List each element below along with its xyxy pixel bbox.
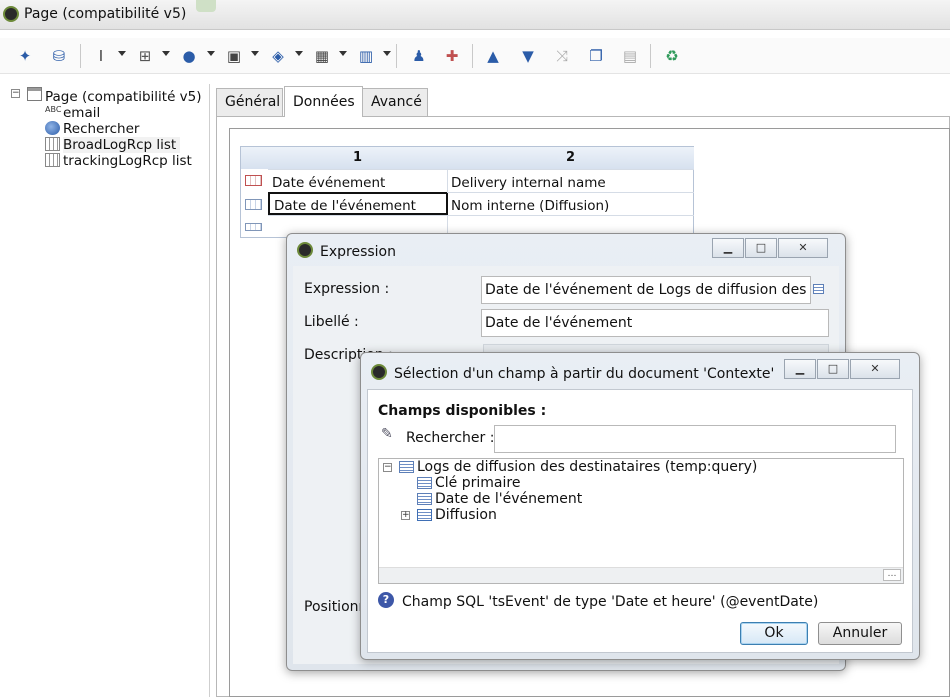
toolbar-separator [650, 44, 651, 68]
tree-item-diffusion[interactable]: Diffusion [435, 507, 497, 523]
cancel-button[interactable]: Annuler [818, 622, 902, 645]
more-options-icon[interactable]: … [883, 569, 901, 581]
toolbar: ✦ ⛁ I ⊞ ● ▣ ◈ ▦ ▥ ♟ ✚ ▲ ▼ ⤨ ❐ ▤ ♻ [0, 38, 950, 74]
expand-toggle-icon[interactable]: + [401, 511, 410, 520]
expression-dialog-title: Expression [320, 244, 396, 260]
field-selection-dialog: Sélection d'un champ à partir du documen… [360, 352, 920, 660]
row-icon [245, 223, 262, 231]
search-wand-icon: ✎ [381, 426, 393, 442]
tree-status-strip [379, 567, 903, 583]
user-icon[interactable]: ♟ [408, 46, 430, 66]
page-icon [27, 87, 42, 101]
formula-icon[interactable]: ⊞ [134, 46, 156, 66]
app-logo-icon [371, 364, 387, 380]
recycle-icon[interactable]: ♻ [661, 46, 683, 66]
grid-column-header[interactable]: 1 [268, 147, 448, 169]
tree-item-broadlogrcp[interactable]: BroadLogRcp list [63, 137, 181, 153]
label-field[interactable]: Date de l'événement [481, 309, 829, 337]
paste-icon[interactable]: ▤ [619, 46, 641, 66]
fields-tree: − Logs de diffusion des destinataires (t… [378, 458, 904, 584]
available-fields-title: Champs disponibles : [378, 403, 547, 419]
field-info-text: Champ SQL 'tsEvent' de type 'Date et heu… [402, 594, 819, 610]
minimize-button[interactable]: ▁ [784, 359, 816, 379]
toolbar-separator [80, 44, 81, 68]
list-icon [399, 461, 414, 473]
copy-icon[interactable]: ❐ [585, 46, 607, 66]
tree-item-email[interactable]: email [63, 105, 100, 121]
text-abc-icon: ABC [45, 105, 62, 114]
chevron-down-icon[interactable] [383, 51, 391, 56]
expression-label: Expression : [304, 281, 390, 297]
arrow-down-icon[interactable]: ▼ [517, 46, 539, 66]
tab-donnees[interactable]: Données [284, 86, 363, 117]
close-button[interactable]: ✕ [850, 359, 900, 379]
app-logo-icon [297, 242, 313, 258]
chevron-down-icon[interactable] [251, 51, 259, 56]
row-icon [245, 175, 262, 186]
selection-dialog-title: Sélection d'un champ à partir du documen… [394, 366, 775, 382]
help-icon: ? [378, 592, 394, 608]
globe-icon[interactable]: ● [178, 46, 200, 66]
table-icon[interactable]: ▦ [311, 46, 333, 66]
tree-item-trackinglogrcp[interactable]: trackingLogRcp list [63, 153, 192, 169]
tree-root-logs[interactable]: Logs de diffusion des destinataires (tem… [417, 459, 757, 475]
text-cursor-icon[interactable]: I [90, 46, 112, 66]
grid-cell[interactable]: Nom interne (Diffusion) [447, 192, 694, 215]
grid-corner [241, 147, 269, 169]
row-icon [245, 199, 262, 210]
maximize-button[interactable]: □ [745, 238, 777, 258]
search-label: Rechercher : [406, 430, 495, 446]
add-shape-icon[interactable]: ✚ [441, 46, 463, 66]
toolbar-separator [472, 44, 473, 68]
title-bar: Page (compatibilité v5) [0, 0, 950, 30]
link-list-icon [417, 509, 432, 521]
search-globe-icon [45, 121, 60, 135]
columns-icon[interactable]: ▥ [355, 46, 377, 66]
layers-icon[interactable]: ◈ [267, 46, 289, 66]
chevron-down-icon[interactable] [162, 51, 170, 56]
toolbar-separator [396, 44, 397, 68]
chevron-down-icon[interactable] [295, 51, 303, 56]
grid-icon [45, 153, 60, 167]
grid-icon [45, 137, 60, 151]
tree-item-cle-primaire[interactable]: Clé primaire [435, 475, 520, 491]
tree-root-page[interactable]: Page (compatibilité v5) [45, 89, 202, 105]
columns-grid: 1 2 Date événement Delivery internal nam… [240, 146, 694, 238]
minimize-button[interactable]: ▁ [712, 238, 744, 258]
background-tab-fragment [196, 0, 216, 12]
database-refresh-icon[interactable]: ⛁ [48, 46, 70, 66]
page-tree: − Page (compatibilité v5) ABC email Rech… [6, 84, 210, 697]
app-logo-icon [3, 6, 19, 22]
tree-item-date-evenement[interactable]: Date de l'événement [435, 491, 582, 507]
search-input[interactable] [494, 425, 896, 453]
list-icon [417, 477, 432, 489]
chevron-down-icon[interactable] [339, 51, 347, 56]
label-label: Libellé : [304, 314, 359, 330]
wand-icon[interactable]: ✦ [14, 46, 36, 66]
collapse-toggle-icon[interactable]: − [11, 89, 20, 98]
shuffle-icon[interactable]: ⤨ [551, 46, 573, 66]
chevron-down-icon[interactable] [118, 51, 126, 56]
tree-item-rechercher[interactable]: Rechercher [63, 121, 139, 137]
list-icon [417, 493, 432, 505]
collapse-toggle-icon[interactable]: − [383, 463, 392, 472]
arrow-up-icon[interactable]: ▲ [482, 46, 504, 66]
window-icon[interactable]: ▣ [223, 46, 245, 66]
grid-cell[interactable]: Date événement [268, 169, 448, 192]
grid-column-header[interactable]: 2 [447, 147, 694, 169]
tab-general[interactable]: Général [216, 88, 283, 116]
list-picker-icon[interactable] [813, 284, 824, 294]
grid-cell[interactable]: Delivery internal name [447, 169, 694, 192]
ok-button[interactable]: Ok [740, 622, 808, 645]
maximize-button[interactable]: □ [817, 359, 849, 379]
expression-field[interactable]: Date de l'événement de Logs de diffusion… [481, 276, 811, 304]
tab-avance[interactable]: Avancé [362, 88, 428, 116]
position-label: Positionn [304, 599, 368, 615]
close-button[interactable]: ✕ [778, 238, 828, 258]
grid-cell-selected[interactable]: Date de l'événement [268, 192, 448, 215]
window-title: Page (compatibilité v5) [24, 6, 187, 22]
selection-dialog-body: Champs disponibles : ✎ Rechercher : − Lo… [367, 389, 913, 653]
chevron-down-icon[interactable] [207, 51, 215, 56]
